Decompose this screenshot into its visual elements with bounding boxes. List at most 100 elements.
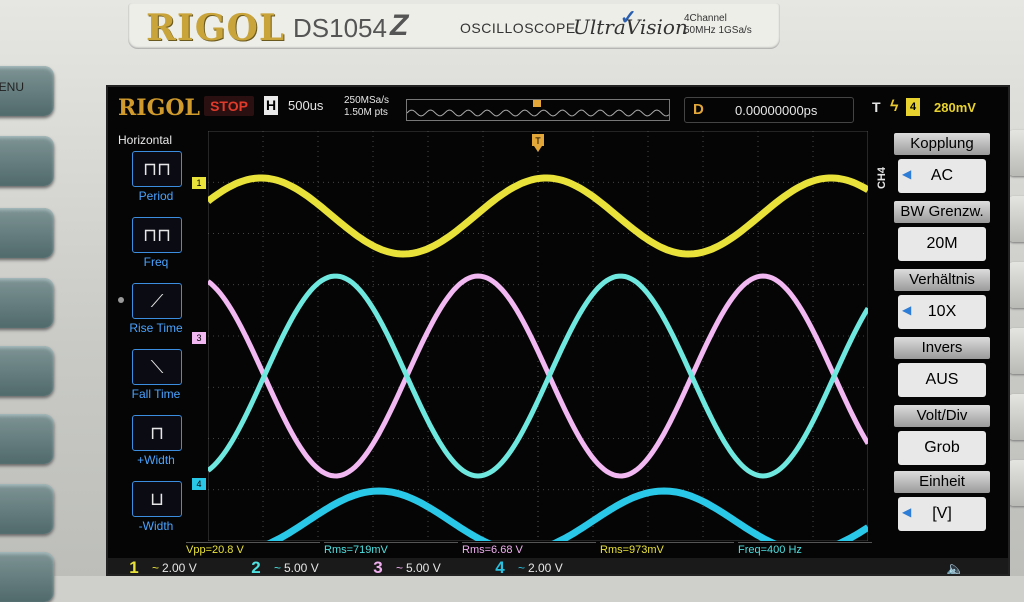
- softkey-2[interactable]: [0, 208, 54, 258]
- trigger-edge-icon: ϟ: [890, 98, 899, 115]
- horizontal-item-label: -Width: [138, 519, 174, 533]
- channel-2-number[interactable]: 2: [244, 558, 268, 574]
- memory-overview: [406, 99, 670, 121]
- frequency-button[interactable]: ⊓⊓: [132, 217, 182, 253]
- horizontal-item-label: Fall Time: [131, 387, 181, 401]
- period-button[interactable]: ⊓⊓: [132, 151, 182, 187]
- channel-1-scale: 2.00 V: [162, 561, 197, 575]
- horizontal-item-label: Freq: [143, 255, 169, 269]
- frequency-icon: ⊓⊓: [142, 225, 172, 245]
- sound-icon[interactable]: 🔈: [946, 560, 965, 574]
- channel-3-coupling: ~: [396, 561, 404, 575]
- negative-width-icon: ⊔: [149, 489, 165, 509]
- spec-label: 4Channel 50MHz 1GSa/s: [684, 13, 752, 37]
- softkey-4[interactable]: [0, 346, 54, 396]
- channel-option[interactable]: Volt/Div Grob: [894, 405, 990, 467]
- delay-box: D 0.00000000ps: [684, 97, 854, 123]
- menu-scroll-indicator: [118, 297, 124, 303]
- svg-text:T: T: [535, 136, 541, 146]
- channel-option-title: Volt/Div: [894, 405, 990, 427]
- model-suffix: Z: [390, 9, 409, 42]
- channel-status-bar: 1 ~2.00 V 2 ~5.00 V 3 ~5.00 V 4 ~2.00 V 🔈: [108, 558, 1008, 575]
- measurement-readout: Vpp=20.8 V: [186, 542, 320, 557]
- brand-bar: RIGOL DS1054 Z OSCILLOSCOPE ✓ UltraVisio…: [128, 3, 780, 49]
- trigger-level: 280mV: [934, 100, 976, 115]
- channel-3-scale: 5.00 V: [406, 561, 441, 575]
- channel-option[interactable]: Invers AUS: [894, 337, 990, 399]
- channel-menu-label: CH4: [876, 167, 888, 190]
- option-arrow-icon: ◀: [902, 167, 912, 181]
- waveform-grid: [205, 130, 871, 555]
- trigger-position-icon[interactable]: T: [532, 134, 544, 152]
- rise-time-icon: ⟋: [150, 291, 164, 311]
- spec-bandwidth: 50MHz 1GSa/s: [684, 25, 752, 36]
- delay-label: D: [693, 101, 704, 118]
- softkey-1[interactable]: [0, 136, 54, 186]
- channel-option[interactable]: Kopplung AC ◀: [894, 133, 990, 195]
- waveform-display: [205, 130, 871, 555]
- screen-logo: RIGOL: [118, 95, 200, 121]
- channel-option[interactable]: BW Grenzw. 20M: [894, 201, 990, 263]
- softkey-3[interactable]: [0, 278, 54, 328]
- channel-option-title: Kopplung: [894, 133, 990, 155]
- trigger-label: T: [872, 99, 881, 115]
- channel-4-number[interactable]: 4: [488, 558, 512, 574]
- ch1-ground-marker[interactable]: 1: [192, 177, 206, 189]
- run-state-badge[interactable]: STOP: [204, 96, 254, 116]
- horizontal-label: H: [264, 96, 278, 115]
- model-name: DS1054: [293, 13, 387, 43]
- channel-option-title: BW Grenzw.: [894, 201, 990, 223]
- channel-option-value[interactable]: AUS: [898, 363, 986, 397]
- channel-1-number[interactable]: 1: [122, 558, 146, 574]
- softkey-5[interactable]: [0, 414, 54, 464]
- brand-logo: RIGOL: [146, 7, 286, 49]
- menu-button-label: ENU: [0, 80, 24, 94]
- spec-channels: 4Channel: [684, 13, 727, 24]
- option-arrow-icon: ◀: [902, 505, 912, 519]
- ch4-ground-marker[interactable]: 4: [192, 478, 206, 490]
- horizontal-menu-title: Horizontal: [118, 133, 173, 147]
- period-icon: ⊓⊓: [142, 159, 172, 179]
- softkey-7[interactable]: [0, 552, 54, 602]
- option-arrow-icon: ◀: [902, 303, 912, 317]
- horizontal-item-label: +Width: [137, 453, 175, 467]
- horizontal-item-label: Period: [138, 189, 174, 203]
- measurement-readout: Rms=6.68 V: [462, 542, 596, 557]
- sample-info: 250MSa/s 1.50M pts: [344, 95, 389, 119]
- ch3-ground-marker[interactable]: 3: [192, 332, 206, 344]
- measurement-readout: Rms=719mV: [324, 542, 458, 557]
- channel-option-title: Einheit: [894, 471, 990, 493]
- channel-4-coupling: ~: [518, 561, 526, 575]
- fall-time-button[interactable]: ⟍: [132, 349, 182, 385]
- channel-4-scale: 2.00 V: [528, 561, 563, 575]
- memory-waveform-icon: [406, 100, 670, 117]
- fall-time-icon: ⟍: [150, 357, 164, 377]
- positive-width-icon: ⊓: [149, 423, 165, 443]
- timebase-value: 500us: [288, 98, 324, 113]
- channel-option-title: Verhältnis: [894, 269, 990, 291]
- negative-width-button[interactable]: ⊔: [132, 481, 182, 517]
- channel-option-value[interactable]: Grob: [898, 431, 986, 465]
- sample-rate: 250MSa/s: [344, 95, 390, 106]
- channel-option[interactable]: Einheit [V] ◀: [894, 471, 990, 533]
- softkey-6[interactable]: [0, 484, 54, 534]
- measurement-readout: Rms=973mV: [600, 542, 734, 557]
- delay-value: 0.00000000ps: [735, 103, 818, 118]
- menu-button[interactable]: ENU: [0, 66, 54, 116]
- channel-3-number[interactable]: 3: [366, 558, 390, 574]
- ultravision-label: UltraVision: [573, 15, 688, 39]
- channel-option-title: Invers: [894, 337, 990, 359]
- memory-depth: 1.50M pts: [344, 107, 388, 118]
- channel-option[interactable]: Verhältnis 10X ◀: [894, 269, 990, 331]
- channel-2-coupling: ~: [274, 561, 282, 575]
- trigger-channel: 4: [906, 98, 920, 116]
- scope-screen: RIGOL STOP H 500us 250MSa/s 1.50M pts D …: [106, 85, 1010, 576]
- channel-2-scale: 5.00 V: [284, 561, 319, 575]
- rise-time-button[interactable]: ⟋: [132, 283, 182, 319]
- channel-1-coupling: ~: [152, 561, 160, 575]
- horizontal-item-label: Rise Time: [129, 321, 183, 335]
- oscilloscope-label: OSCILLOSCOPE: [460, 20, 576, 36]
- channel-option-value[interactable]: 20M: [898, 227, 986, 261]
- measurement-readout: Freq=400 Hz: [738, 542, 872, 557]
- positive-width-button[interactable]: ⊓: [132, 415, 182, 451]
